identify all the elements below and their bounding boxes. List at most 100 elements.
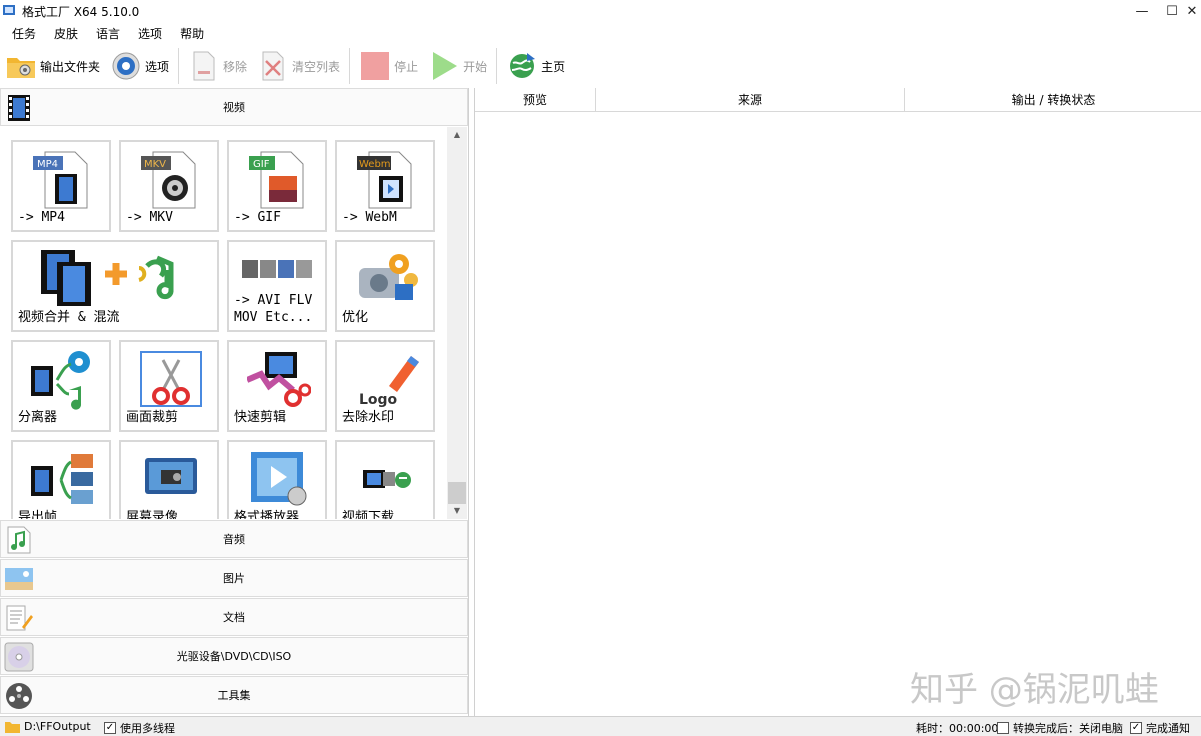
category-audio-label: 音频 [223, 533, 245, 546]
tile-to-mkv[interactable]: MKV -> MKV [119, 140, 219, 232]
scroll-down-icon[interactable]: ▼ [447, 503, 467, 519]
menu-options[interactable]: 选项 [126, 22, 168, 42]
webm-file-icon: Webm [357, 151, 412, 209]
output-folder-button[interactable]: 输出文件夹 [0, 46, 105, 86]
tile-label: 画面裁剪 [126, 410, 179, 425]
menu-help[interactable]: 帮助 [168, 22, 210, 42]
minimize-button[interactable]: — [1127, 0, 1157, 22]
multithread-option[interactable]: ✓ 使用多线程 [104, 720, 175, 736]
tool-grid-scrollbar[interactable]: ▲ ▼ [447, 127, 467, 519]
output-path-item[interactable]: D:\FFOutput [5, 720, 91, 733]
window-title: 格式工厂 X64 5.10.0 [22, 5, 140, 19]
tile-splitter[interactable]: 分离器 [11, 340, 111, 432]
start-button[interactable]: 开始 [423, 46, 492, 86]
tile-video-merge-mux[interactable]: 视频合并 & 混流 [11, 240, 219, 332]
left-panel: 视频 MP4 -> MP4 MKV -> MKV GIF -> GIF Webm… [0, 88, 469, 716]
home-button[interactable]: 主页 [501, 46, 570, 86]
multithread-label: 使用多线程 [120, 722, 175, 735]
tile-screen-record[interactable]: 屏幕录像 [119, 440, 219, 519]
stop-icon [359, 50, 391, 82]
notify-option[interactable]: ✓ 完成通知 [1130, 720, 1190, 736]
title-bar: 格式工厂 X64 5.10.0 — ☐ ✕ [0, 0, 1201, 22]
status-bar: D:\FFOutput ✓ 使用多线程 耗时：00:00:00 转换完成后：关闭… [0, 716, 1201, 736]
tile-to-gif[interactable]: GIF -> GIF [227, 140, 327, 232]
column-source[interactable]: 来源 [596, 88, 905, 112]
clear-list-label: 清空列表 [292, 59, 341, 74]
menu-bar: 任务 皮肤 语言 选项 帮助 [0, 22, 1201, 42]
multithread-checkbox[interactable]: ✓ [104, 722, 116, 734]
menu-skin[interactable]: 皮肤 [42, 22, 84, 42]
svg-text:MKV: MKV [144, 159, 166, 170]
tile-label: -> WebM [342, 210, 397, 225]
merge-film-music-icon [41, 250, 174, 306]
screen-record-icon [145, 458, 197, 494]
category-video-label: 视频 [223, 101, 245, 114]
tile-export-frames[interactable]: 导出帧 [11, 440, 111, 519]
eraser-icon: Logo [359, 356, 419, 408]
tile-label: -> MKV [126, 210, 173, 225]
category-image-label: 图片 [223, 572, 245, 585]
toolbar-separator [178, 48, 180, 84]
gif-file-icon: GIF [249, 151, 304, 209]
after-done-option[interactable]: 转换完成后：关闭电脑 [997, 720, 1123, 736]
options-button[interactable]: 选项 [105, 46, 174, 86]
folder-icon [5, 50, 37, 82]
remove-button[interactable]: 移除 [183, 46, 252, 86]
tile-crop[interactable]: 画面裁剪 [119, 340, 219, 432]
video-tool-grid: MP4 -> MP4 MKV -> MKV GIF -> GIF Webm ->… [0, 127, 468, 519]
clear-list-button[interactable]: 清空列表 [252, 46, 345, 86]
toolbar-separator [349, 48, 351, 84]
tile-to-mp4[interactable]: MP4 -> MP4 [11, 140, 111, 232]
menu-task[interactable]: 任务 [0, 22, 42, 42]
after-done-checkbox[interactable] [997, 722, 1009, 734]
home-label: 主页 [541, 59, 566, 74]
app-icon [3, 5, 15, 15]
task-list-panel[interactable]: 预览 来源 输出 / 转换状态 [474, 88, 1201, 716]
splitter-icon [31, 351, 90, 410]
tile-label: 快速剪辑 [234, 410, 287, 425]
tile-label: 格式播放器 [234, 510, 300, 519]
crop-scissors-icon [140, 351, 202, 407]
tile-video-download[interactable]: 视频下载 [335, 440, 435, 519]
tile-format-player[interactable]: 格式播放器 [227, 440, 327, 519]
category-toolbox-label: 工具集 [217, 689, 251, 702]
svg-text:Webm: Webm [359, 159, 391, 170]
close-button[interactable]: ✕ [1177, 0, 1201, 22]
column-preview[interactable]: 预览 [475, 88, 596, 112]
tile-remove-watermark[interactable]: Logo 去除水印 [335, 340, 435, 432]
category-optical-drive-label: 光驱设备\DVD\CD\ISO [176, 650, 292, 663]
export-frames-icon [31, 454, 93, 504]
column-output-status[interactable]: 输出 / 转换状态 [905, 88, 1201, 112]
disc-icon [4, 642, 34, 672]
quick-clip-icon [247, 352, 311, 407]
tile-quick-clip[interactable]: 快速剪辑 [227, 340, 327, 432]
video-download-icon [363, 470, 411, 488]
toolbar: 输出文件夹 选项 移除 清空列表 停止 开始 主页 [0, 44, 1201, 88]
multi-format-icon [242, 260, 312, 278]
category-toolbox[interactable]: 工具集 [0, 676, 468, 714]
tile-label: 导出帧 [18, 510, 58, 519]
tile-label: 屏幕录像 [126, 510, 179, 519]
toolbox-reel-icon [6, 683, 32, 709]
tile-avi-flv-mov[interactable]: -> AVI FLV MOV Etc... [227, 240, 327, 332]
tile-optimize[interactable]: 优化 [335, 240, 435, 332]
menu-language[interactable]: 语言 [84, 22, 126, 42]
elapsed-label: 耗时：00:00:00 [916, 722, 999, 735]
category-document[interactable]: 文档 [0, 598, 468, 636]
tile-to-webm[interactable]: Webm -> WebM [335, 140, 435, 232]
stop-button[interactable]: 停止 [354, 46, 423, 86]
notify-label: 完成通知 [1146, 722, 1190, 735]
category-optical-drive[interactable]: 光驱设备\DVD\CD\ISO [0, 637, 468, 675]
scroll-thumb[interactable] [448, 482, 466, 504]
start-label: 开始 [463, 59, 488, 74]
tile-label: -> GIF [234, 210, 281, 225]
category-document-label: 文档 [223, 611, 245, 624]
scroll-up-icon[interactable]: ▲ [447, 127, 467, 143]
toolbar-separator [496, 48, 498, 84]
category-video[interactable]: 视频 [0, 88, 468, 126]
category-image[interactable]: 图片 [0, 559, 468, 597]
category-audio[interactable]: 音频 [0, 520, 468, 558]
after-done-label: 转换完成后：关闭电脑 [1013, 722, 1123, 735]
elapsed-time: 耗时：00:00:00 [916, 720, 998, 736]
notify-checkbox[interactable]: ✓ [1130, 722, 1142, 734]
